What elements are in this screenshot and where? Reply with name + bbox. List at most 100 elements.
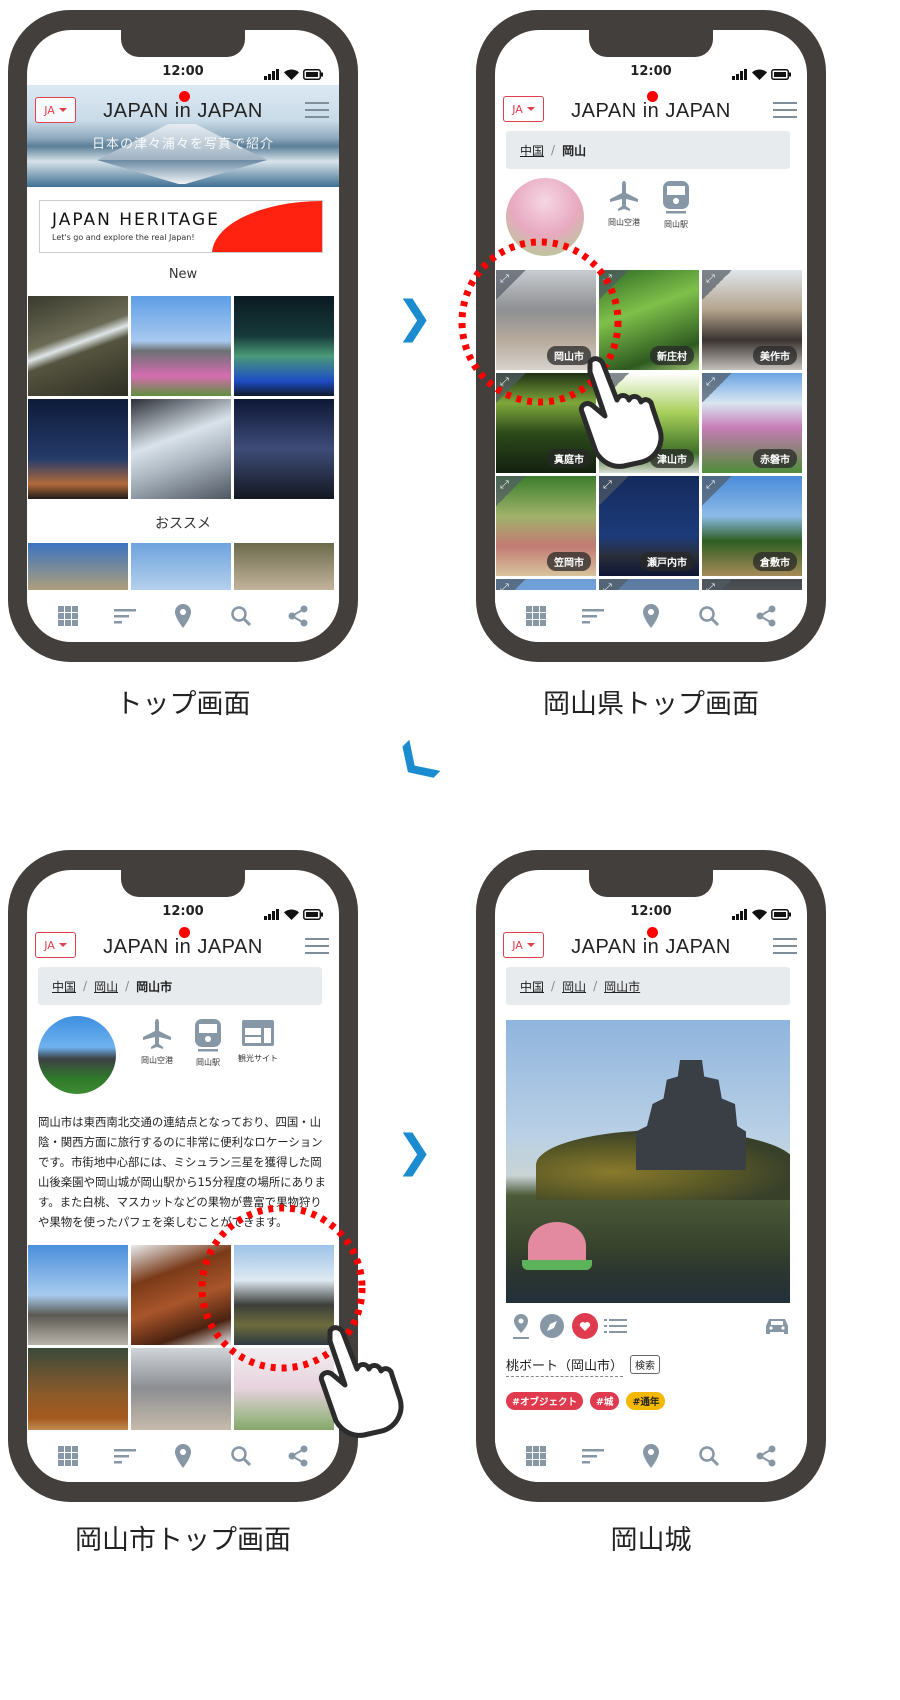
airplane-icon (143, 1019, 171, 1049)
photo-tile[interactable]: ⤢ 津山市 (599, 373, 699, 473)
hamburger-menu-icon[interactable] (305, 938, 329, 954)
tag-chip[interactable]: #城 (589, 1392, 620, 1410)
section-new-heading: New (168, 267, 198, 282)
grid-icon[interactable] (524, 604, 548, 628)
grid-icon[interactable] (56, 604, 80, 628)
photo-tile[interactable]: ⤢ 倉敷市 (702, 476, 802, 576)
compass-icon[interactable] (539, 1313, 565, 1343)
breadcrumb-okayama[interactable]: 岡山 (94, 978, 118, 995)
screen: 12:00 JA JAPAN in JAPAN 中国 / 岡山 / 岡山市 桃ボート… (495, 870, 807, 1482)
breadcrumb: 中国 / 岡山 / 岡山市 (506, 967, 790, 1005)
breadcrumb-current: 岡山 (562, 143, 587, 158)
spot-title[interactable]: 桃ボート（岡山市） (506, 1355, 624, 1377)
photo-tile[interactable]: ⤢ 新庄村 (599, 270, 699, 370)
share-icon[interactable] (286, 1444, 310, 1468)
expand-icon[interactable]: ⤢ (599, 476, 629, 506)
photo-tile[interactable] (28, 1245, 128, 1345)
station-label: 岡山駅 (664, 220, 688, 229)
grid-icon[interactable] (56, 1444, 80, 1468)
photo-tile[interactable]: ⤢ 笠岡市 (496, 476, 596, 576)
tile-label: 赤磐市 (753, 449, 797, 468)
breadcrumb-okayama-city[interactable]: 岡山市 (604, 978, 640, 995)
tile-label: 岡山市 (547, 346, 591, 365)
car-icon[interactable] (764, 1316, 790, 1340)
tile-label: 美作市 (753, 346, 797, 365)
banner-subtitle: Let's go and explore the real Japan! (52, 233, 195, 242)
spot-photo[interactable] (506, 1020, 790, 1303)
search-icon[interactable] (697, 1444, 721, 1468)
map-pin-icon[interactable] (639, 1444, 663, 1468)
photo-tile[interactable] (234, 399, 334, 499)
map-pin-icon[interactable] (171, 1444, 195, 1468)
expand-icon[interactable]: ⤢ (702, 270, 732, 300)
map-pin-icon[interactable] (639, 604, 663, 628)
tourism-site-link[interactable]: 観光サイト (228, 1018, 288, 1064)
japan-heritage-banner[interactable]: JAPAN HERITAGE Let's go and explore the … (39, 200, 323, 253)
grid-icon[interactable] (524, 1444, 548, 1468)
list-icon[interactable] (604, 1318, 628, 1338)
bottom-nav (27, 590, 339, 642)
expand-icon[interactable]: ⤢ (599, 373, 629, 403)
search-icon[interactable] (229, 604, 253, 628)
hamburger-menu-icon[interactable] (773, 102, 797, 118)
city-description: 岡山市は東西南北交通の連結点となっており、四国・山陰・関西方面に旅行するのに非常… (38, 1115, 326, 1229)
phone-okayama-castle: 12:00 JA JAPAN in JAPAN 中国 / 岡山 / 岡山市 桃ボート… (476, 850, 826, 1502)
photo-tile[interactable]: ⤢ 赤磐市 (702, 373, 802, 473)
bottom-nav (495, 590, 807, 642)
expand-icon[interactable]: ⤢ (702, 476, 732, 506)
map-pin-icon[interactable] (171, 604, 195, 628)
share-icon[interactable] (754, 604, 778, 628)
photo-tile[interactable] (131, 1245, 231, 1345)
photo-tile[interactable]: ⤢ 美作市 (702, 270, 802, 370)
logo[interactable]: JAPAN in JAPAN (27, 91, 339, 123)
caption-city-screen: 岡山市トップ画面 (75, 1525, 291, 1556)
photo-tile[interactable]: ⤢ 岡山市 (496, 270, 596, 370)
share-icon[interactable] (286, 604, 310, 628)
expand-icon[interactable]: ⤢ (599, 270, 629, 300)
hamburger-menu-icon[interactable] (305, 102, 329, 118)
signal-icon (264, 65, 280, 84)
expand-icon[interactable]: ⤢ (702, 373, 732, 403)
station-link[interactable]: 岡山駅 (646, 180, 706, 230)
chevron-down-left-arrow-icon: ❮ (383, 730, 446, 793)
tag-chip[interactable]: #通年 (626, 1392, 666, 1410)
photo-tile[interactable]: ⤢ 真庭市 (496, 373, 596, 473)
plane-icon (594, 180, 654, 212)
breadcrumb-chugoku[interactable]: 中国 (520, 978, 544, 995)
photo-tile[interactable]: ⤢ 瀬戸内市 (599, 476, 699, 576)
search-icon[interactable] (229, 1444, 253, 1468)
breadcrumb-chugoku[interactable]: 中国 (520, 142, 544, 159)
train-icon (195, 1019, 221, 1052)
sort-icon[interactable] (113, 604, 137, 628)
logo[interactable]: JAPAN in JAPAN (27, 927, 339, 959)
caption-prefecture-screen: 岡山県トップ画面 (543, 689, 759, 720)
photo-tile[interactable] (131, 296, 231, 396)
map-pin-icon[interactable] (511, 1313, 531, 1345)
tag-chip[interactable]: #オブジェクト (506, 1392, 583, 1410)
sort-icon[interactable] (113, 1444, 137, 1468)
tile-label: 瀬戸内市 (640, 552, 694, 571)
logo-text: JAPAN in JAPAN (571, 936, 731, 958)
photo-tile[interactable] (28, 296, 128, 396)
logo[interactable]: JAPAN in JAPAN (495, 91, 807, 123)
photo-tile[interactable] (234, 1245, 334, 1345)
logo[interactable]: JAPAN in JAPAN (495, 927, 807, 959)
search-button[interactable]: 検索 (630, 1355, 660, 1374)
photo-tile[interactable] (28, 399, 128, 499)
search-icon[interactable] (697, 604, 721, 628)
favorite-heart-icon[interactable] (572, 1313, 598, 1343)
bottom-nav (495, 1430, 807, 1482)
expand-icon[interactable]: ⤢ (496, 373, 526, 403)
expand-icon[interactable]: ⤢ (496, 476, 526, 506)
expand-icon[interactable]: ⤢ (496, 270, 526, 300)
breadcrumb-chugoku[interactable]: 中国 (52, 978, 76, 995)
airport-link[interactable]: 岡山空港 (594, 180, 654, 228)
photo-tile[interactable] (234, 296, 334, 396)
share-icon[interactable] (754, 1444, 778, 1468)
breadcrumb-okayama[interactable]: 岡山 (562, 978, 586, 995)
sort-icon[interactable] (581, 1444, 605, 1468)
bottom-nav (27, 1430, 339, 1482)
sort-icon[interactable] (581, 604, 605, 628)
photo-tile[interactable] (131, 399, 231, 499)
hamburger-menu-icon[interactable] (773, 938, 797, 954)
